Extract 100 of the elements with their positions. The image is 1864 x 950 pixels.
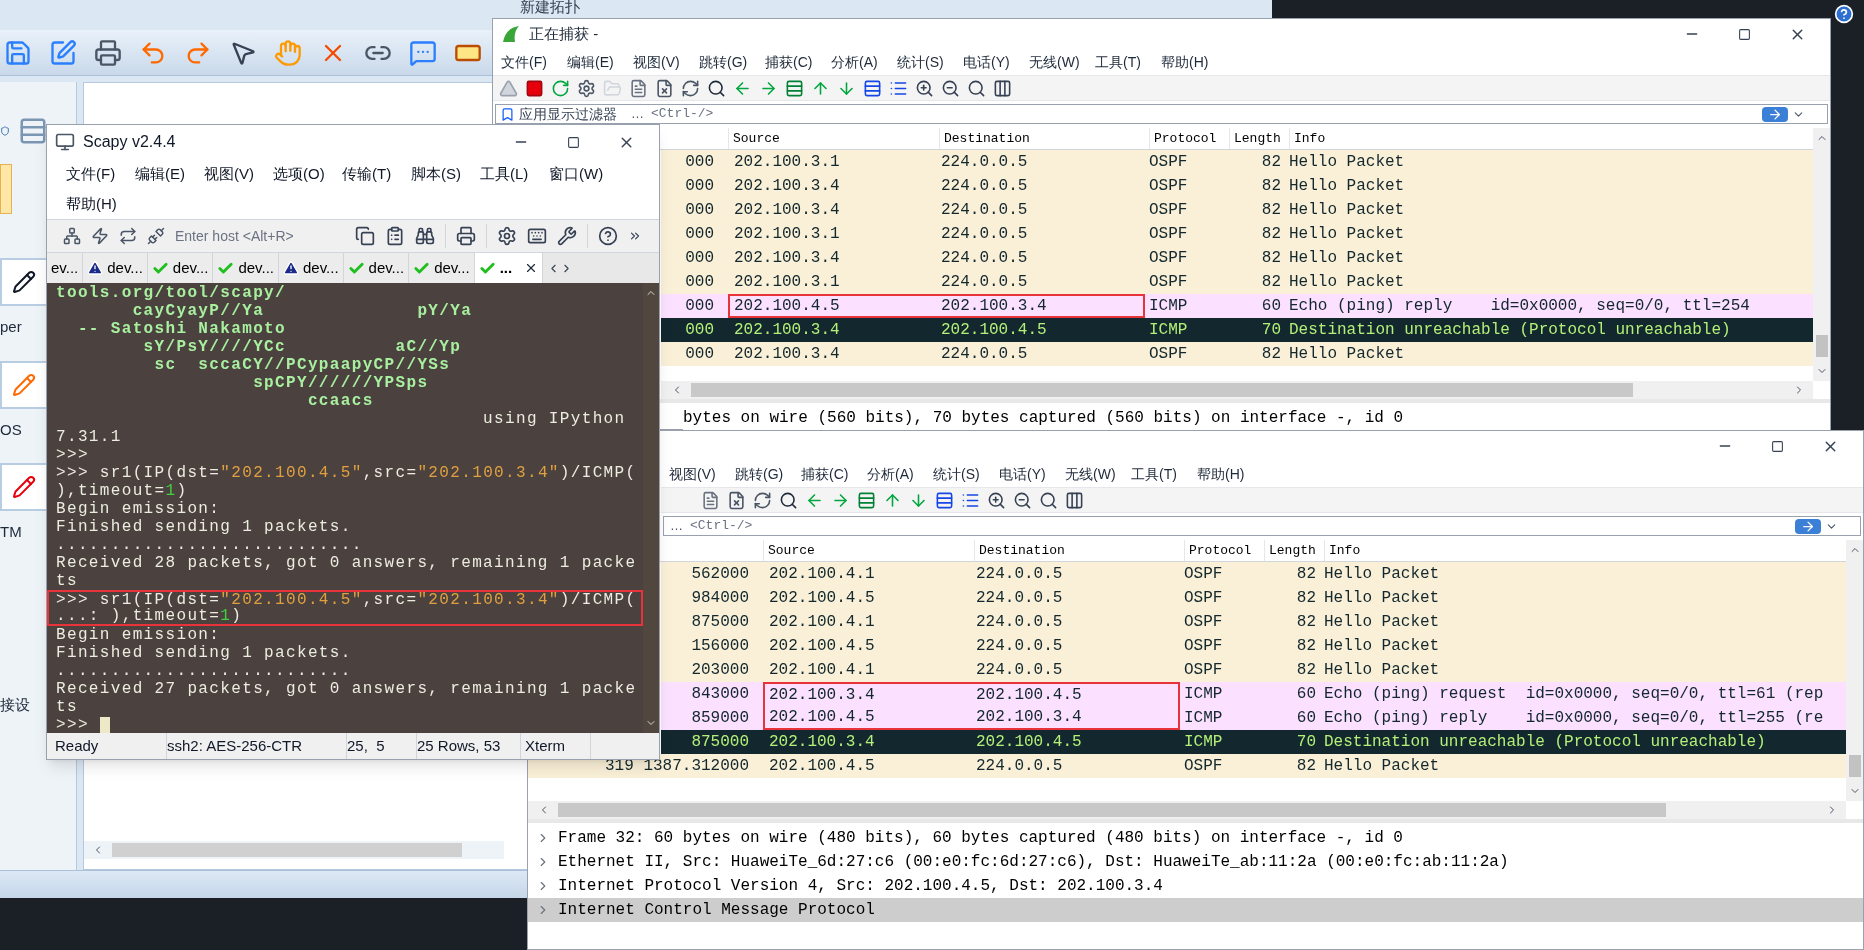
scroll-thumb[interactable] xyxy=(691,383,1633,397)
device-tile[interactable] xyxy=(0,360,48,409)
detail-row[interactable]: Internet Control Message Protocol xyxy=(528,898,1863,922)
menu-item[interactable]: 传输(T) xyxy=(342,159,411,189)
filter-bar[interactable]: … <Ctrl-/> xyxy=(663,516,1861,536)
packet-row[interactable]: 000 202.100.4.5 202.100.3.4 ICMP 60 Echo (ping) reply id=0x0000, seq=0/0, ttl=254 xyxy=(661,294,1813,318)
menu-item[interactable]: 视图(V) xyxy=(669,463,735,485)
packet-row[interactable]: 000 202.100.3.4 224.0.0.5 OSPF 82 Hello Packet xyxy=(661,198,1813,222)
keyboard-icon[interactable] xyxy=(527,226,547,246)
session-tab[interactable]: dev... xyxy=(343,253,410,283)
reload-icon[interactable] xyxy=(681,78,700,98)
menu-item[interactable]: 帮助(H) xyxy=(1161,51,1227,73)
scroll-thumb[interactable] xyxy=(558,803,1666,817)
copy-icon[interactable] xyxy=(355,226,375,246)
menu-item[interactable]: 文件(F) xyxy=(501,51,567,73)
scrollbar[interactable] xyxy=(1813,128,1830,381)
column-header[interactable]: Source xyxy=(763,540,974,561)
disconnect-icon[interactable] xyxy=(147,227,165,245)
packet-row[interactable]: 562000 202.100.4.1 224.0.0.5 OSPF 82 Hello Packet xyxy=(661,562,1846,586)
column-header[interactable]: Protocol xyxy=(1149,128,1229,149)
session-tab[interactable]: dev... xyxy=(147,253,214,283)
column-header[interactable]: Destination xyxy=(939,128,1149,149)
menu-item[interactable]: 电话(Y) xyxy=(999,463,1065,485)
menu-item[interactable]: 工具(L) xyxy=(480,159,549,189)
scrollbar[interactable] xyxy=(643,283,659,733)
menu-item[interactable]: 视图(V) xyxy=(633,51,699,73)
menu-item[interactable]: 编辑(E) xyxy=(567,51,633,73)
file-icon[interactable] xyxy=(629,78,648,98)
terminal-pane[interactable] xyxy=(47,283,659,733)
packet-row[interactable]: 000 202.100.3.1 224.0.0.5 OSPF 82 Hello Packet xyxy=(661,270,1813,294)
column-header[interactable]: Length xyxy=(1264,540,1324,561)
scroll-thumb[interactable] xyxy=(1848,755,1861,777)
horizontal-scrollbar[interactable] xyxy=(661,381,1813,399)
packet-row[interactable]: 000 202.100.3.1 224.0.0.5 OSPF 82 Hello Packet xyxy=(661,222,1813,246)
packet-row[interactable]: 843000 202.100.3.4 202.100.4.5 ICMP 60 Echo (ping) request id=0x0000, seq=0/0, ttl=61 (rep xyxy=(661,682,1846,706)
horizontal-scrollbar[interactable] xyxy=(528,801,1846,819)
lightning-icon[interactable] xyxy=(91,227,109,245)
maximize-icon[interactable] xyxy=(567,135,580,149)
note-icon[interactable] xyxy=(409,38,437,67)
maximize-icon[interactable] xyxy=(1738,27,1751,41)
print-icon[interactable] xyxy=(456,226,476,246)
menu-item[interactable]: 文件(F) xyxy=(66,159,135,189)
column-header[interactable]: Length xyxy=(1229,128,1289,149)
menu-item[interactable]: 电话(Y) xyxy=(963,51,1029,73)
menu-item[interactable]: 视图(V) xyxy=(204,159,273,189)
scrollbar[interactable] xyxy=(1846,540,1863,801)
menu-item[interactable]: 窗口(W) xyxy=(549,159,618,189)
reconnect-icon[interactable] xyxy=(119,227,137,245)
apply-filter-button[interactable] xyxy=(1762,106,1788,122)
bookmark-icon[interactable] xyxy=(500,106,515,122)
menu-item[interactable]: 捕获(C) xyxy=(801,463,867,485)
stop-icon[interactable] xyxy=(525,78,544,98)
packet-row[interactable]: 000 202.100.3.1 224.0.0.5 OSPF 82 Hello Packet xyxy=(661,150,1813,174)
print-icon[interactable] xyxy=(94,38,122,67)
zoom-reset-icon[interactable] xyxy=(1039,490,1058,510)
settings-icon[interactable] xyxy=(577,78,596,98)
zoom-out-icon[interactable] xyxy=(1013,490,1032,510)
column-header[interactable]: Destination xyxy=(974,540,1184,561)
device-tile[interactable] xyxy=(0,463,48,511)
scroll-thumb[interactable] xyxy=(1815,335,1828,357)
packet-row[interactable]: 000 202.100.3.4 224.0.0.5 OSPF 82 Hello Packet xyxy=(661,342,1813,366)
menu-item[interactable]: 统计(S) xyxy=(897,51,963,73)
save-as-icon[interactable] xyxy=(49,38,77,67)
horizontal-scrollbar[interactable] xyxy=(84,841,504,859)
session-tab[interactable]: dev... xyxy=(213,253,279,283)
device-tile[interactable] xyxy=(0,164,12,214)
file-icon[interactable] xyxy=(701,490,720,510)
resize-columns-icon[interactable] xyxy=(1065,490,1084,510)
menu-item[interactable]: 捕获(C) xyxy=(765,51,831,73)
paste-icon[interactable] xyxy=(385,226,405,246)
apply-filter-button[interactable] xyxy=(1795,518,1821,534)
menu-item[interactable]: 选项(O) xyxy=(273,159,342,189)
menu-item[interactable]: 工具(T) xyxy=(1131,463,1197,485)
overflow-icon[interactable] xyxy=(628,229,642,243)
packet-row[interactable]: 000 202.100.3.4 224.0.0.5 OSPF 82 Hello Packet xyxy=(661,174,1813,198)
menu-item[interactable]: 帮助(H) xyxy=(1197,463,1263,485)
packet-row[interactable]: 000 202.100.3.4 202.100.4.5 ICMP 70 Destination unreachable (Protocol unreachable) xyxy=(661,318,1813,342)
filter-menu[interactable]: … xyxy=(670,516,690,536)
filter-menu[interactable]: … xyxy=(631,104,651,124)
filter-bar[interactable]: 应用显示过滤器 … <Ctrl-/> xyxy=(495,104,1828,124)
column-header[interactable]: Source xyxy=(728,128,939,149)
menu-item[interactable]: 帮助(H) xyxy=(66,189,135,219)
session-tab[interactable]: dev... xyxy=(278,253,344,283)
resize-columns-icon[interactable] xyxy=(993,78,1012,98)
search-icon[interactable] xyxy=(779,490,798,510)
packet-row[interactable]: 000 202.100.3.4 224.0.0.5 OSPF 82 Hello Packet xyxy=(661,246,1813,270)
packet-row[interactable]: 875000 202.100.3.4 202.100.4.5 ICMP 70 Destination unreachable (Protocol unreachable) xyxy=(661,730,1846,754)
menu-item[interactable]: 无线(W) xyxy=(1029,51,1095,73)
menu-item[interactable]: 跳转(G) xyxy=(699,51,765,73)
session-tab[interactable]: ... xyxy=(474,253,544,283)
settings-icon[interactable] xyxy=(497,226,517,246)
close-file-icon[interactable] xyxy=(655,78,674,98)
menu-item[interactable]: 跳转(G) xyxy=(735,463,801,485)
menu-item[interactable]: 分析(A) xyxy=(867,463,933,485)
host-field[interactable]: Enter host <Alt+R> xyxy=(175,225,345,247)
help-icon[interactable] xyxy=(598,226,618,246)
session-tab[interactable]: dev... xyxy=(409,253,475,283)
menu-item[interactable]: 编辑(E) xyxy=(135,159,204,189)
zoom-reset-icon[interactable] xyxy=(967,78,986,98)
packet-row[interactable]: 859000 202.100.4.5 202.100.3.4 ICMP 60 Echo (ping) reply id=0x0000, seq=0/0, ttl=255 (re xyxy=(661,706,1846,730)
